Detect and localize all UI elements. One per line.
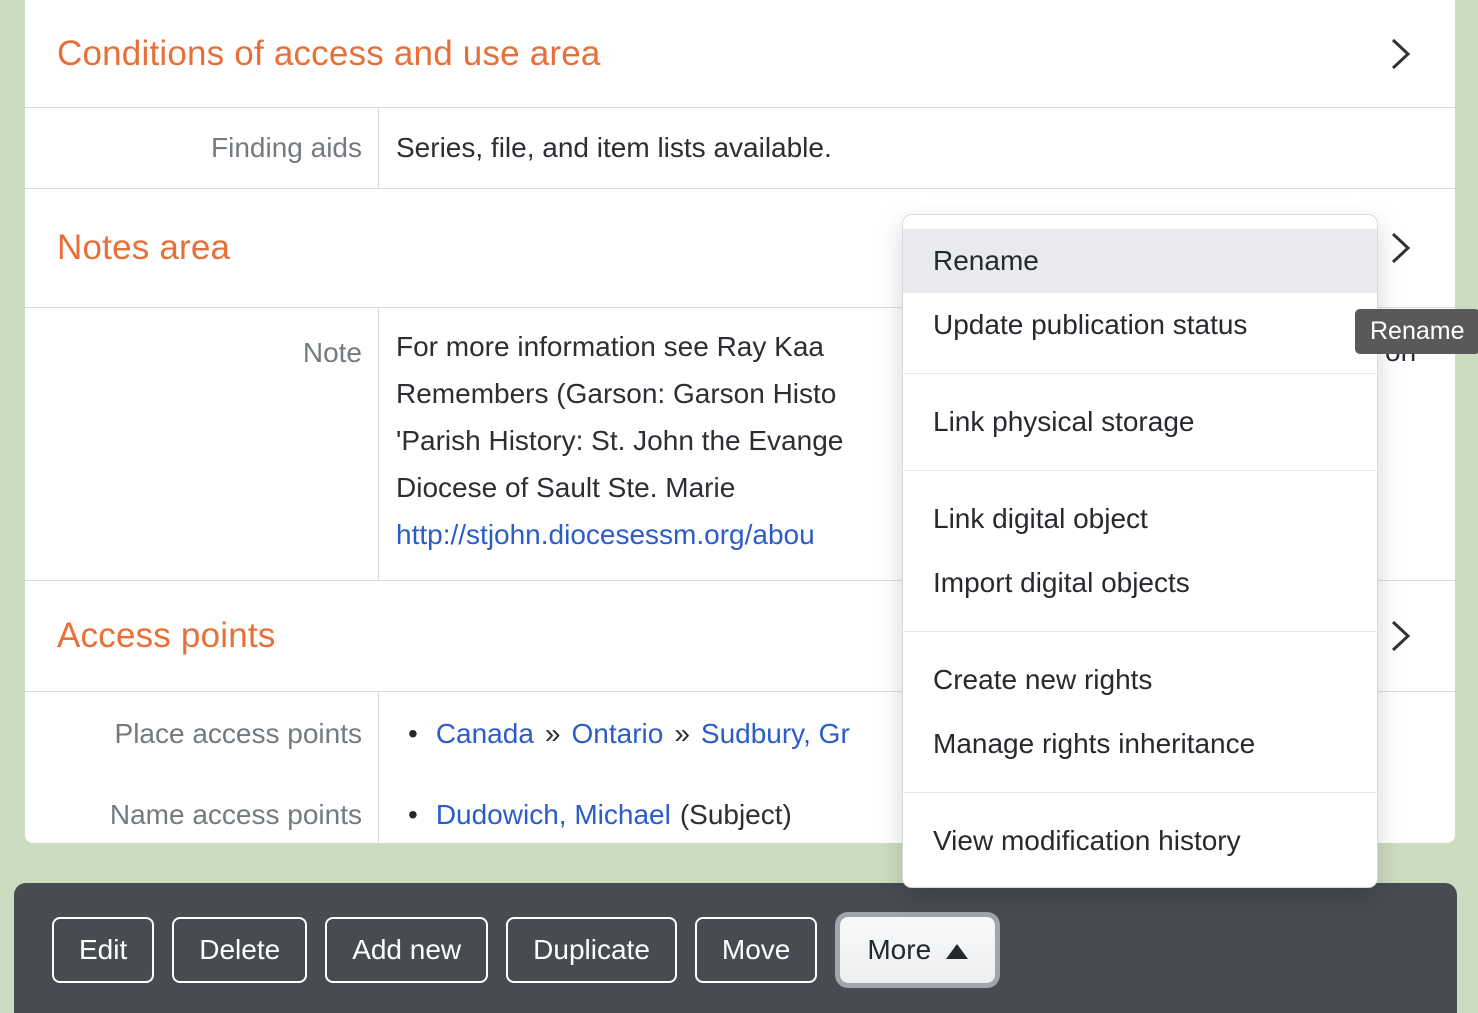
edit-button[interactable]: Edit bbox=[52, 917, 154, 983]
name-link-dudowich[interactable]: Dudowich, Michael bbox=[436, 799, 671, 830]
note-label: Note bbox=[25, 308, 379, 580]
breadcrumb-separator: » bbox=[545, 718, 561, 749]
bullet-icon: • bbox=[408, 799, 418, 830]
finding-aids-row: Finding aids Series, file, and item list… bbox=[25, 107, 1455, 188]
menu-item-manage-rights-inheritance[interactable]: Manage rights inheritance bbox=[903, 712, 1377, 776]
place-link-canada[interactable]: Canada bbox=[436, 718, 534, 749]
place-access-points-label: Place access points bbox=[25, 692, 379, 780]
more-button-label: More bbox=[867, 933, 931, 967]
finding-aids-value: Series, file, and item lists available. bbox=[379, 108, 1455, 188]
name-access-point-type: (Subject) bbox=[680, 799, 792, 830]
section-conditions-title: Conditions of access and use area bbox=[57, 34, 601, 74]
menu-divider bbox=[903, 373, 1377, 374]
menu-item-view-modification-history[interactable]: View modification history bbox=[903, 809, 1377, 873]
menu-item-rename[interactable]: Rename bbox=[903, 229, 1377, 293]
breadcrumb-separator: » bbox=[674, 718, 690, 749]
add-new-button[interactable]: Add new bbox=[325, 917, 488, 983]
menu-item-link-digital-object[interactable]: Link digital object bbox=[903, 487, 1377, 551]
place-link-sudbury[interactable]: Sudbury, Gr bbox=[701, 718, 850, 749]
menu-divider bbox=[903, 792, 1377, 793]
name-access-points-label: Name access points bbox=[25, 780, 379, 847]
menu-divider bbox=[903, 631, 1377, 632]
chevron-right-icon[interactable] bbox=[1388, 36, 1413, 72]
page: Conditions of access and use area Findin… bbox=[0, 0, 1478, 1013]
section-conditions-header: Conditions of access and use area bbox=[25, 0, 1455, 107]
menu-item-import-digital-objects[interactable]: Import digital objects bbox=[903, 551, 1377, 615]
more-dropdown-menu: Rename Update publication status Link ph… bbox=[902, 214, 1378, 888]
chevron-right-icon[interactable] bbox=[1388, 230, 1413, 266]
duplicate-button[interactable]: Duplicate bbox=[506, 917, 677, 983]
chevron-right-icon[interactable] bbox=[1388, 618, 1413, 654]
finding-aids-label: Finding aids bbox=[25, 108, 379, 188]
menu-item-update-publication-status[interactable]: Update publication status bbox=[903, 293, 1377, 357]
section-notes-title: Notes area bbox=[57, 228, 230, 268]
action-bar: Edit Delete Add new Duplicate Move More bbox=[14, 883, 1457, 1013]
caret-up-icon bbox=[946, 933, 968, 967]
section-access-points-title: Access points bbox=[57, 616, 276, 656]
menu-item-link-physical-storage[interactable]: Link physical storage bbox=[903, 390, 1377, 454]
place-link-ontario[interactable]: Ontario bbox=[571, 718, 663, 749]
more-button[interactable]: More bbox=[840, 917, 995, 983]
menu-item-create-new-rights[interactable]: Create new rights bbox=[903, 648, 1377, 712]
move-button[interactable]: Move bbox=[695, 917, 817, 983]
bullet-icon: • bbox=[408, 718, 418, 749]
rename-tooltip: Rename bbox=[1355, 309, 1478, 354]
delete-button[interactable]: Delete bbox=[172, 917, 307, 983]
menu-divider bbox=[903, 470, 1377, 471]
